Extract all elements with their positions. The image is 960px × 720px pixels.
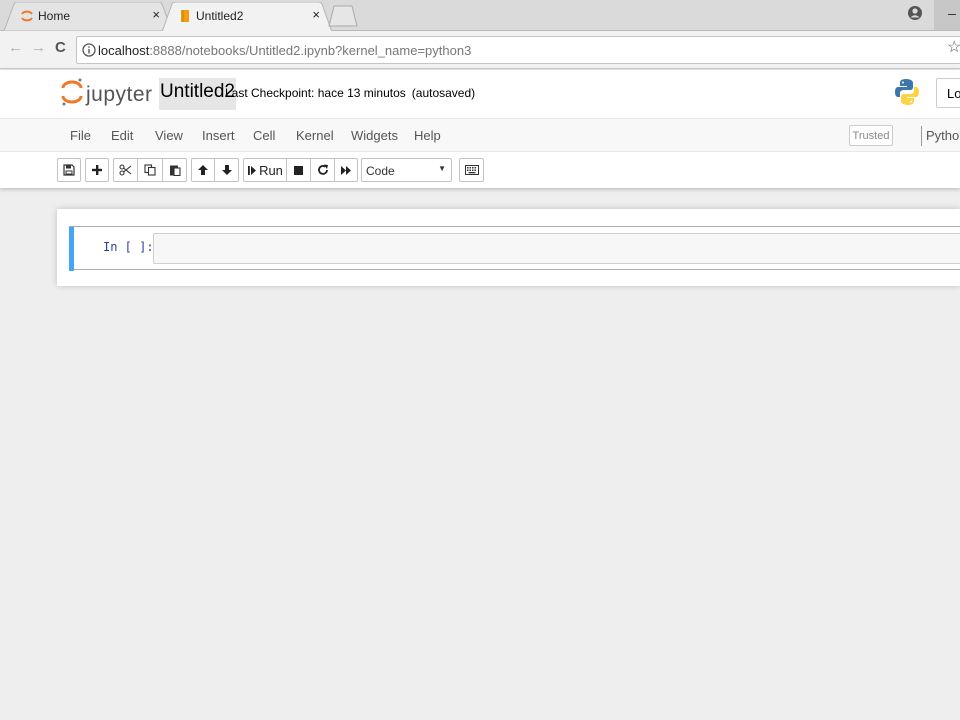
arrow-up-icon bbox=[198, 165, 208, 175]
notebook-container: In [ ]: bbox=[57, 209, 960, 286]
chevron-down-icon: ▼ bbox=[438, 164, 446, 173]
tab-close-icon[interactable]: × bbox=[312, 7, 320, 22]
browser-tab-strip: Home × Untitled2 × bbox=[0, 0, 960, 31]
restart-icon bbox=[317, 164, 328, 175]
tab-title: Home bbox=[38, 9, 71, 23]
move-down-button[interactable] bbox=[215, 158, 239, 182]
input-prompt: In [ ]: bbox=[103, 240, 154, 254]
command-palette-button[interactable] bbox=[459, 158, 484, 182]
notebook-toolbar: Run Code ▼ bbox=[0, 153, 960, 188]
browser-tab-untitled2[interactable]: Untitled2 × bbox=[162, 2, 332, 31]
tab-close-icon[interactable]: × bbox=[152, 7, 160, 22]
jupyter-wordmark: jupyter bbox=[86, 83, 153, 106]
save-icon bbox=[63, 164, 75, 176]
code-cell[interactable]: In [ ]: bbox=[69, 226, 960, 271]
tab-title: Untitled2 bbox=[196, 9, 244, 23]
interrupt-button[interactable] bbox=[287, 158, 311, 182]
cell-type-value: Code bbox=[366, 164, 395, 178]
copy-icon bbox=[144, 164, 156, 176]
minimize-button[interactable] bbox=[934, 0, 960, 30]
profile-icon[interactable] bbox=[907, 5, 923, 21]
url-text[interactable]: localhost:8888/notebooks/Untitled2.ipynb… bbox=[98, 43, 471, 58]
cell-selection-bar bbox=[69, 227, 74, 271]
menu-file[interactable]: File bbox=[70, 128, 91, 143]
menubar: File Edit View Insert Cell Kernel Widget… bbox=[0, 118, 960, 152]
notebook-favicon-icon bbox=[181, 10, 189, 22]
code-input[interactable] bbox=[153, 233, 960, 264]
arrow-down-icon bbox=[221, 165, 232, 175]
paste-icon bbox=[169, 165, 181, 176]
menu-view[interactable]: View bbox=[155, 128, 183, 143]
address-bar[interactable]: localhost:8888/notebooks/Untitled2.ipynb… bbox=[76, 36, 960, 64]
checkpoint-status: Last Checkpoint: hace 13 minutos (autosav… bbox=[225, 86, 475, 100]
kernel-indicator[interactable]: Python bbox=[921, 126, 960, 146]
info-icon[interactable] bbox=[82, 43, 96, 57]
cut-button[interactable] bbox=[113, 158, 138, 182]
stop-icon bbox=[294, 165, 303, 175]
menu-help[interactable]: Help bbox=[414, 128, 441, 143]
insert-cell-button[interactable] bbox=[85, 158, 109, 182]
run-label: Run bbox=[259, 162, 283, 178]
browser-tab-home[interactable]: Home × bbox=[4, 2, 172, 31]
logout-button[interactable]: Log bbox=[936, 78, 960, 108]
back-button[interactable]: ← bbox=[8, 39, 23, 56]
run-button[interactable]: Run bbox=[243, 158, 287, 182]
restart-run-all-button[interactable] bbox=[335, 158, 358, 182]
python-logo-icon bbox=[895, 79, 919, 105]
plus-icon bbox=[92, 165, 102, 175]
forward-button[interactable]: → bbox=[31, 39, 46, 56]
menu-cell[interactable]: Cell bbox=[253, 128, 275, 143]
jupyter-logo[interactable]: jupyter bbox=[60, 75, 152, 109]
save-button[interactable] bbox=[57, 158, 81, 182]
reload-button[interactable]: C bbox=[55, 39, 66, 56]
minimize-icon bbox=[948, 14, 956, 15]
menu-insert[interactable]: Insert bbox=[202, 128, 235, 143]
url-host: localhost bbox=[98, 43, 150, 58]
url-path: :8888/notebooks/Untitled2.ipynb?kernel_n… bbox=[149, 43, 472, 58]
autosave-status: (autosaved) bbox=[411, 86, 476, 100]
fast-forward-icon bbox=[341, 165, 351, 175]
cut-icon bbox=[119, 164, 132, 176]
menu-widgets[interactable]: Widgets bbox=[351, 128, 398, 143]
browser-toolbar: ← → C localhost:8888/notebooks/Untitled2… bbox=[0, 31, 960, 69]
menu-kernel[interactable]: Kernel bbox=[296, 128, 334, 143]
keyboard-icon bbox=[464, 165, 479, 175]
menu-edit[interactable]: Edit bbox=[111, 128, 133, 143]
jupyter-header: jupyter Untitled2 Last Checkpoint: hace … bbox=[0, 70, 960, 188]
cell-type-select[interactable]: Code ▼ bbox=[361, 158, 452, 182]
checkpoint-text: Last Checkpoint: hace 13 minutos bbox=[225, 86, 406, 100]
new-tab-button[interactable] bbox=[328, 5, 358, 27]
run-icon bbox=[248, 165, 257, 175]
restart-button[interactable] bbox=[311, 158, 335, 182]
copy-button[interactable] bbox=[138, 158, 163, 182]
trusted-indicator[interactable]: Trusted bbox=[849, 125, 893, 146]
paste-button[interactable] bbox=[163, 158, 187, 182]
jupyter-favicon-icon bbox=[21, 10, 33, 22]
bookmark-star-icon[interactable]: ☆ bbox=[947, 37, 960, 57]
move-up-button[interactable] bbox=[191, 158, 215, 182]
jupyter-logo-icon bbox=[61, 78, 83, 106]
